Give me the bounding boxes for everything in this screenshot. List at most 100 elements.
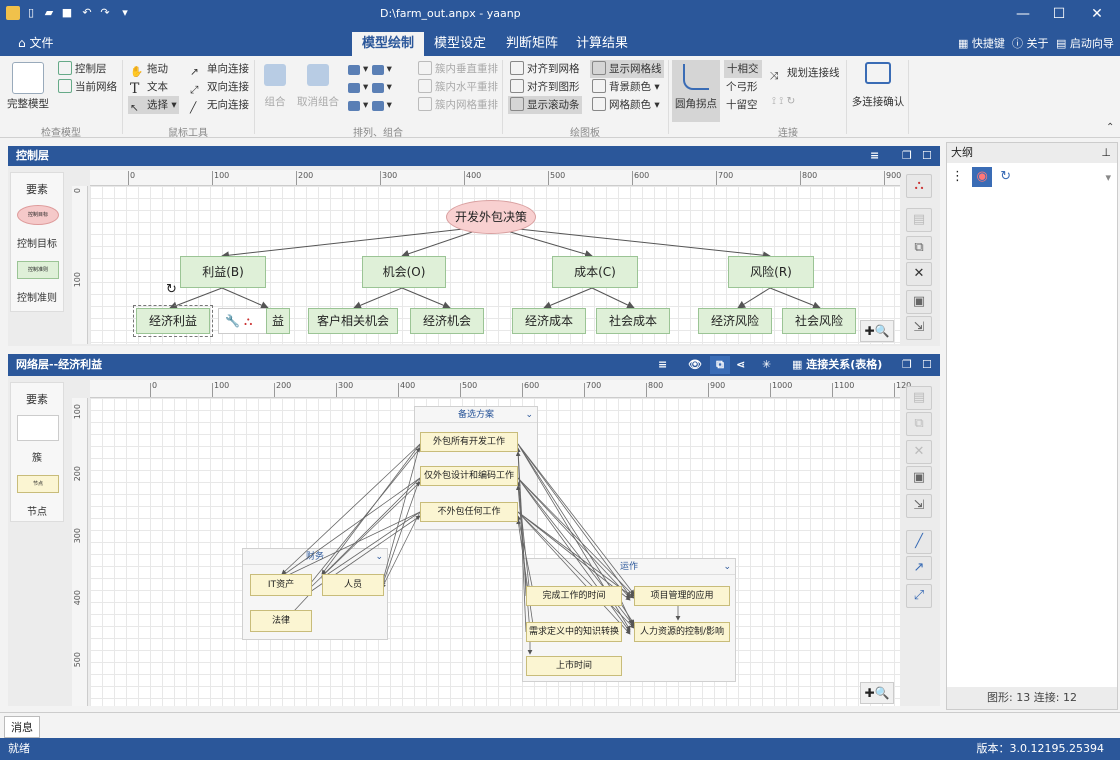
criterion-node[interactable]: 利益(B) — [180, 256, 266, 288]
export-button[interactable]: ⇲ — [906, 494, 932, 518]
arc-mode[interactable]: 个弓形 — [726, 78, 758, 96]
show-gridlines-toggle[interactable]: 显示网格线 — [590, 60, 664, 78]
arrow-tool-button[interactable]: ↗ — [906, 556, 932, 580]
no-direction-link-tool[interactable]: ╱ 无向连接 — [190, 96, 249, 114]
restore-icon[interactable]: ❐ — [902, 354, 912, 376]
size-dropdown[interactable]: ▾ ▾ — [348, 96, 392, 114]
network-node[interactable]: 不外包任何工作 — [420, 502, 518, 522]
network-node[interactable]: IT资产 — [250, 574, 312, 596]
subcriterion-node[interactable]: 经济成本 — [512, 308, 586, 334]
zoom-control[interactable]: ✚🔍 — [860, 682, 894, 704]
close-button[interactable]: ✕ — [1082, 4, 1112, 24]
delete-button[interactable]: ✕ — [906, 262, 932, 286]
subcriterion-node[interactable]: 经济风险 — [698, 308, 772, 334]
control-criterion-thumb[interactable]: 控制准则 — [17, 261, 59, 279]
align-to-shape-toggle[interactable]: 对齐到图形 — [510, 78, 580, 96]
combine-button[interactable]: 组合 — [260, 64, 290, 109]
menu-icon[interactable]: ≡ — [870, 146, 879, 166]
network-canvas[interactable]: 备选方案 ⌄ 财务 ⌄ 运作 ⌄ 外包所有开发工作 仅外包设计和编码工作 不外包… — [90, 398, 900, 706]
network-node[interactable]: 项目管理的应用 — [634, 586, 730, 606]
distribute-dropdown[interactable]: ▾ ▾ — [348, 78, 392, 96]
wrench-icon[interactable]: 🔧 — [225, 314, 240, 328]
criterion-node[interactable]: 成本(C) — [552, 256, 638, 288]
eye-icon[interactable]: ◉ — [972, 167, 993, 187]
subcriterion-node[interactable]: 社会风险 — [782, 308, 856, 334]
uncombine-button[interactable]: 取消组合 — [294, 64, 342, 109]
grid-color-dropdown[interactable]: 网格颜色 ▾ — [592, 96, 660, 114]
link-table-button[interactable]: ▦ 连接关系(表格) — [792, 354, 882, 376]
round-corner-toggle[interactable]: 圆角拐点 — [672, 60, 720, 122]
tab-model-draw[interactable]: 模型绘制 — [352, 32, 425, 56]
network-node[interactable]: 人员 — [322, 574, 384, 596]
redo-icon[interactable]: ↷ — [98, 6, 112, 20]
customize-quick-access-icon[interactable]: ▾ — [118, 6, 132, 20]
node-view-icon[interactable]: ⧉ — [710, 356, 730, 374]
check-current-network-button[interactable]: 当前网络 — [58, 78, 117, 96]
text-tool[interactable]: T 文本 — [130, 78, 168, 96]
network-node[interactable]: 法律 — [250, 610, 312, 632]
rotate-handle-icon[interactable]: ↻ — [166, 282, 177, 297]
network-node[interactable]: 仅外包设计和编码工作 — [420, 466, 518, 486]
criterion-node[interactable]: 风险(R) — [728, 256, 814, 288]
multi-connect-confirm-button[interactable]: 多连接确认 — [850, 62, 906, 109]
cross-mode[interactable]: 十相交 — [724, 60, 762, 78]
background-color-dropdown[interactable]: 背景颜色 ▾ — [592, 78, 660, 96]
node-thumb[interactable]: 节点 — [17, 475, 59, 493]
subcriterion-node[interactable]: 经济机会 — [410, 308, 484, 334]
more-icon[interactable]: ⋮ — [951, 169, 964, 184]
about-button[interactable]: ⓘ 关于 — [1012, 35, 1049, 51]
control-canvas[interactable]: 开发外包决策 利益(B) 机会(O) 成本(C) 风险(R) ↻ 经济利益 🔧 ⛬… — [90, 186, 900, 344]
hierarchy-tool-button[interactable]: ⛬ — [906, 174, 932, 198]
complete-model-button[interactable]: 完整模型 — [6, 62, 50, 111]
network-node[interactable]: 上市时间 — [526, 656, 622, 676]
share-icon[interactable]: ⋖ — [736, 354, 745, 376]
paste-button[interactable]: ▤ — [906, 208, 932, 232]
open-file-icon[interactable]: ▰ — [42, 6, 56, 20]
wizard-button[interactable]: ▤ 启动向导 — [1056, 35, 1114, 51]
delete-button[interactable]: ✕ — [906, 440, 932, 464]
zoom-control[interactable]: ✚🔍 — [860, 320, 894, 342]
minimize-button[interactable]: — — [1008, 4, 1038, 24]
subcriterion-node[interactable]: 社会成本 — [596, 308, 670, 334]
paste-button[interactable]: ▤ — [906, 386, 932, 410]
maximize-icon[interactable]: ☐ — [922, 146, 932, 166]
restore-icon[interactable]: ❐ — [902, 146, 912, 166]
refresh-icon[interactable]: ↻ — [1000, 169, 1011, 184]
copy-button[interactable]: ⧉ — [906, 412, 932, 436]
new-file-icon[interactable]: ▯ — [24, 6, 38, 20]
check-control-layer-button[interactable]: 控制层 — [58, 60, 107, 78]
cluster-horizontal-arrange-button[interactable]: 簇内水平重排 — [418, 78, 498, 96]
export-button[interactable]: ⇲ — [906, 316, 932, 340]
criterion-node[interactable]: 机会(O) — [362, 256, 446, 288]
shortcut-button[interactable]: ▦ 快捷键 — [958, 35, 1005, 51]
subcriterion-node-selected[interactable]: 经济利益 — [133, 305, 213, 337]
tab-model-settings[interactable]: 模型设定 — [424, 32, 496, 56]
align-to-grid-toggle[interactable]: 对齐到网格 — [510, 60, 580, 78]
line-tool-button[interactable]: ╱ — [906, 530, 932, 554]
connector-tools[interactable]: ⟟ ⟟ ↻ — [772, 92, 795, 110]
network-node[interactable]: 完成工作的时间 — [526, 586, 622, 606]
goal-node[interactable]: 开发外包决策 — [446, 200, 536, 234]
network-node[interactable]: 外包所有开发工作 — [420, 432, 518, 452]
file-menu[interactable]: ⌂ 文件 — [18, 34, 53, 51]
copy-button[interactable]: ⧉ — [906, 236, 932, 260]
collapse-ribbon-icon[interactable]: ⌃ — [1106, 122, 1114, 133]
menu-icon[interactable]: ≡ — [658, 354, 667, 376]
image-button[interactable]: ▣ — [906, 466, 932, 490]
network-node[interactable]: 人力资源的控制/影响 — [634, 622, 730, 642]
tab-judgment-matrix[interactable]: 判断矩阵 — [496, 32, 568, 56]
undo-icon[interactable]: ↶ — [80, 6, 94, 20]
network-icon[interactable]: ✳ — [762, 354, 771, 376]
maximize-icon[interactable]: ☐ — [922, 354, 932, 376]
save-icon[interactable]: ■ — [60, 6, 74, 20]
select-tool[interactable]: ↖ 选择 ▾ — [128, 96, 179, 114]
cluster-thumb[interactable] — [17, 415, 59, 441]
one-way-link-tool[interactable]: ↗ 单向连接 — [190, 60, 249, 78]
drag-tool[interactable]: ✋ 拖动 — [130, 60, 168, 78]
tab-results[interactable]: 计算结果 — [566, 32, 638, 56]
control-goal-thumb[interactable]: 控制目标 — [17, 205, 59, 225]
eye-icon[interactable]: 👁 — [688, 354, 702, 376]
maximize-button[interactable]: ☐ — [1044, 4, 1074, 24]
subcriterion-node[interactable]: 客户相关机会 — [308, 308, 398, 334]
image-button[interactable]: ▣ — [906, 290, 932, 314]
